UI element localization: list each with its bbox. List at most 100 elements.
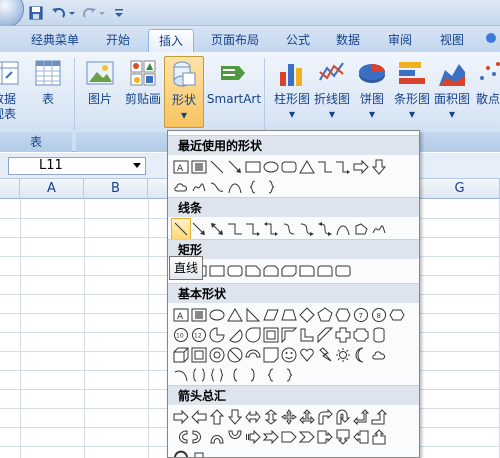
u-turn-arrow-shape-icon[interactable] [334, 407, 352, 427]
decagon-shape-icon[interactable]: 10 [172, 325, 190, 345]
left-brace-shape-icon[interactable] [262, 365, 280, 385]
teardrop-shape-icon[interactable] [244, 325, 262, 345]
tab-home[interactable]: 开始 [94, 29, 142, 52]
rounded-rectangle-shape-icon[interactable] [280, 157, 298, 177]
sun-shape-icon[interactable] [334, 345, 352, 365]
curved-double-arrow-connector-shape-icon[interactable] [316, 219, 334, 239]
round-same-side-rect-shape-icon[interactable] [316, 261, 334, 281]
name-box-dropdown-icon[interactable] [132, 159, 142, 173]
curve-shape-icon[interactable] [334, 219, 352, 239]
double-arrow-line-shape-icon[interactable] [208, 219, 226, 239]
striped-right-arrow-shape-icon[interactable] [244, 427, 262, 447]
table-button[interactable]: 表 [28, 56, 68, 128]
down-arrow-shape-icon[interactable] [370, 157, 388, 177]
clipart-button[interactable]: 剪贴画 [122, 56, 164, 128]
left-arrow-shape-icon[interactable] [190, 407, 208, 427]
elbow-connector-shape-icon[interactable] [316, 157, 334, 177]
scatter-chart-button[interactable]: 散点 [474, 56, 500, 128]
oval-shape-icon[interactable] [208, 305, 226, 325]
up-arrow-shape-icon[interactable] [208, 407, 226, 427]
textbox-shape-icon[interactable]: A [172, 305, 190, 325]
office-button[interactable] [0, 0, 24, 28]
parallelogram-shape-icon[interactable] [262, 305, 280, 325]
tab-view[interactable]: 视图 [430, 29, 474, 52]
smiley-face-shape-icon[interactable] [280, 345, 298, 365]
down-arrow-shape-icon[interactable] [226, 407, 244, 427]
right-triangle-shape-icon[interactable] [244, 305, 262, 325]
snip-diagonal-rect-shape-icon[interactable] [280, 261, 298, 281]
name-box[interactable]: L11 [8, 157, 146, 175]
block-arc-shape-icon[interactable] [244, 345, 262, 365]
line-arrow-shape-icon[interactable] [226, 157, 244, 177]
lightning-bolt-shape-icon[interactable] [316, 345, 334, 365]
plaque-shape-icon[interactable] [352, 325, 370, 345]
right-arrow-shape-icon[interactable] [352, 157, 370, 177]
chord-shape-icon[interactable] [226, 325, 244, 345]
triangle-shape-icon[interactable] [226, 305, 244, 325]
heart-shape-icon[interactable] [298, 345, 316, 365]
octagon-shape-icon[interactable]: 8 [370, 305, 388, 325]
round-single-corner-rect-shape-icon[interactable] [298, 261, 316, 281]
up-down-arrow-shape-icon[interactable] [262, 407, 280, 427]
l-shape-icon[interactable] [298, 325, 316, 345]
area-chart-button[interactable]: 面积图 ▾ [432, 56, 472, 128]
straight-line-shape-icon[interactable] [171, 218, 191, 240]
elbow-arrow-connector-shape-icon[interactable] [244, 219, 262, 239]
cloud-shape-icon[interactable] [172, 177, 190, 197]
pivot-table-button[interactable]: 数据 视表 [0, 56, 22, 128]
arc-shape-icon[interactable] [226, 177, 244, 197]
right-arrow-callout-shape-icon[interactable] [316, 427, 334, 447]
diamond-shape-icon[interactable] [298, 305, 316, 325]
customize-qat-icon[interactable] [112, 4, 126, 22]
chevron-shape-icon[interactable] [298, 427, 316, 447]
round-diagonal-rect-shape-icon[interactable] [334, 261, 352, 281]
arrow-line-shape-icon[interactable] [190, 219, 208, 239]
pentagon-shape-icon[interactable] [316, 305, 334, 325]
tab-classic-menu[interactable]: 经典菜单 [20, 29, 90, 52]
tab-page-layout[interactable]: 页面布局 [200, 29, 270, 52]
curved-left-arrow-shape-icon[interactable] [190, 427, 208, 447]
left-bracket-shape-icon[interactable] [226, 365, 244, 385]
donut-shape-icon[interactable] [208, 345, 226, 365]
triangle-shape-icon[interactable] [298, 157, 316, 177]
textbox-shape-icon[interactable]: A [172, 157, 190, 177]
down-arrow-callout-shape-icon[interactable] [334, 427, 352, 447]
undo-icon[interactable] [50, 4, 76, 22]
save-icon[interactable] [28, 4, 44, 22]
cloud-shape-icon[interactable] [370, 345, 388, 365]
curved-connector-shape-icon[interactable] [280, 219, 298, 239]
tab-data[interactable]: 数据 [326, 29, 370, 52]
column-header-g[interactable]: G [420, 179, 500, 199]
left-arrow-callout-shape-icon[interactable] [352, 427, 370, 447]
freeform-scribble-shape-icon[interactable] [190, 177, 208, 197]
right-bracket-shape-icon[interactable] [244, 365, 262, 385]
heptagon-shape-icon[interactable]: 7 [352, 305, 370, 325]
curve-shape-icon[interactable] [208, 177, 226, 197]
select-all-corner[interactable] [0, 179, 20, 199]
quad-arrow-shape-icon[interactable] [280, 407, 298, 427]
diagonal-stripe-shape-icon[interactable] [316, 325, 334, 345]
trapezoid-shape-icon[interactable] [280, 305, 298, 325]
quad-arrow-callout-shape-icon[interactable] [190, 447, 208, 457]
bent-up-arrow-shape-icon[interactable] [370, 407, 388, 427]
left-right-up-arrow-shape-icon[interactable] [298, 407, 316, 427]
notched-right-arrow-shape-icon[interactable] [262, 427, 280, 447]
rectangle-shape-icon[interactable] [244, 157, 262, 177]
elbow-arrow-connector-shape-icon[interactable] [334, 157, 352, 177]
can-cylinder-shape-icon[interactable] [370, 325, 388, 345]
elbow-double-arrow-connector-shape-icon[interactable] [262, 219, 280, 239]
right-arrow-shape-icon[interactable] [172, 407, 190, 427]
column-header-a[interactable]: A [20, 179, 84, 199]
vertical-textbox-shape-icon[interactable] [190, 305, 208, 325]
column-header-b[interactable]: B [84, 179, 148, 199]
folded-corner-shape-icon[interactable] [262, 345, 280, 365]
vertical-textbox-shape-icon[interactable] [190, 157, 208, 177]
cross-shape-icon[interactable] [334, 325, 352, 345]
snip-corner-rect-shape-icon[interactable] [244, 261, 262, 281]
line-chart-button[interactable]: 折线图 ▾ [312, 56, 352, 128]
can-shape-icon[interactable] [388, 305, 406, 325]
circular-arrow-shape-icon[interactable] [172, 447, 190, 457]
tab-review[interactable]: 审阅 [378, 29, 422, 52]
shapes-button[interactable]: 形状 ▾ [164, 56, 204, 128]
smartart-button[interactable]: SmartArt [206, 56, 262, 128]
